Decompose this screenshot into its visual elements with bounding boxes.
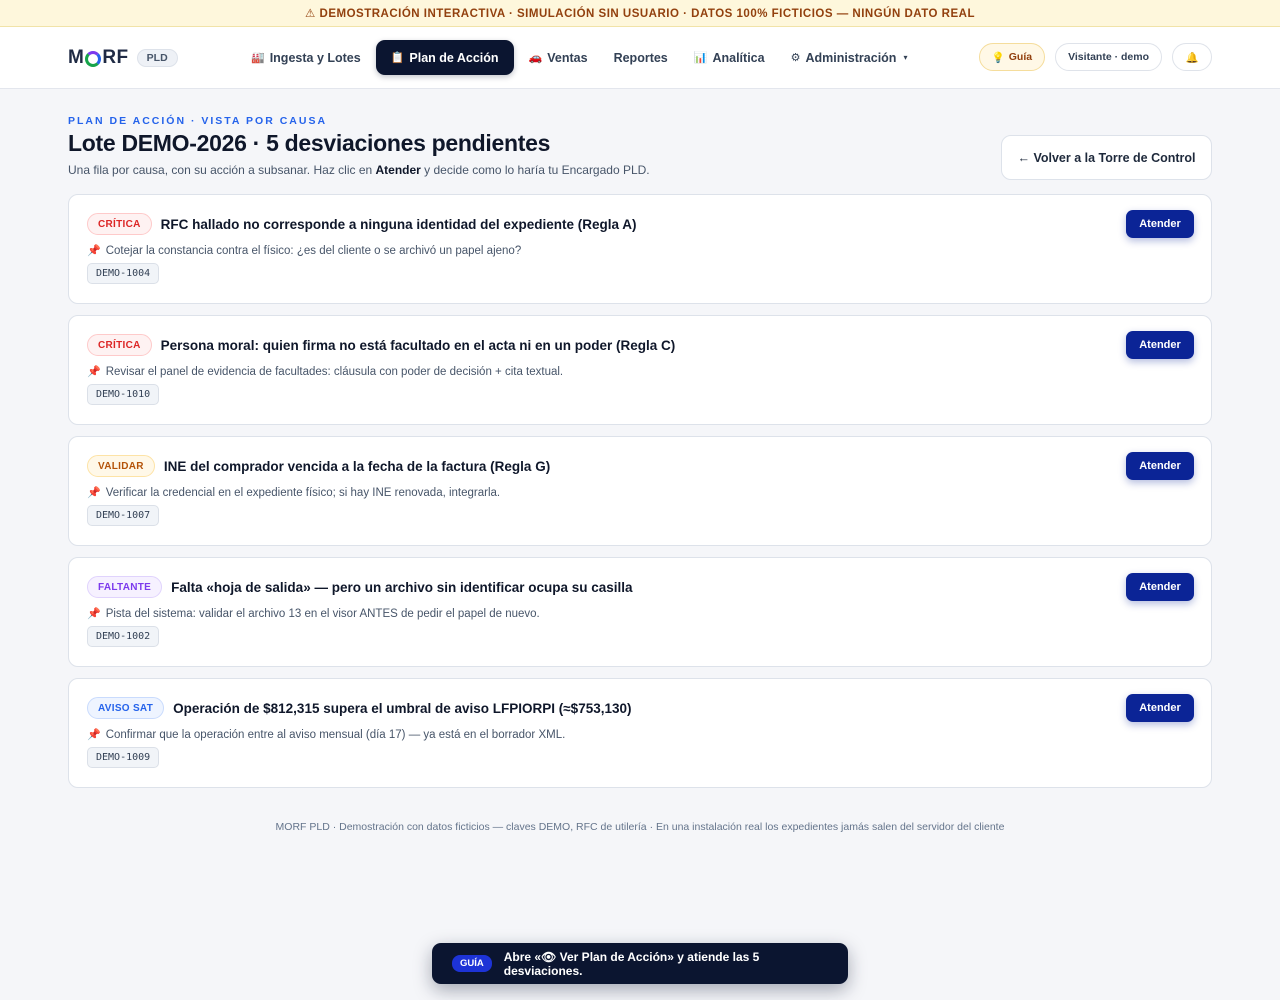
record-code[interactable]: DEMO-1007 xyxy=(87,505,160,526)
severity-badge: CRÍTICA xyxy=(87,334,152,356)
nav-ingesta[interactable]: 🏭 Ingesta y Lotes xyxy=(240,40,372,75)
brand[interactable]: M RF PLD xyxy=(68,47,178,69)
logo-text-left: M xyxy=(68,46,85,68)
severity-badge: AVISO SAT xyxy=(87,697,165,719)
severity-badge: VALIDAR xyxy=(87,455,155,477)
nav-label: Plan de Acción xyxy=(409,50,499,65)
guide-message: Abre «👁 Ver Plan de Acción» y atiende la… xyxy=(503,949,760,978)
deviation-hint: 📌 Confirmar que la operación entre al avi… xyxy=(87,728,1193,742)
deviation-title: INE del comprador vencida a la fecha de … xyxy=(163,458,551,474)
attend-button[interactable]: Atender xyxy=(1126,694,1194,722)
severity-badge: CRÍTICA xyxy=(87,213,152,235)
attend-button[interactable]: Atender xyxy=(1126,210,1194,238)
deviation-hint: 📌 Verificar la credencial en el expedient… xyxy=(87,486,1193,500)
deviation-card: CRÍTICA RFC hallado no corresponde a nin… xyxy=(68,194,1212,304)
morf-logo: M RF xyxy=(68,47,129,69)
deviation-card: CRÍTICA Persona moral: quien firma no es… xyxy=(68,315,1212,425)
guide-label: Guía xyxy=(1008,51,1033,63)
subtitle-text: Una fila por causa, con su acción a subs… xyxy=(68,163,376,177)
guide-tag: GUÍA xyxy=(452,955,492,972)
header-tools: 💡 Guía Visitante · demo 🔔 xyxy=(978,43,1212,71)
nav-plan-de-accion[interactable]: 📋 Plan de Acción xyxy=(375,40,514,75)
record-code[interactable]: DEMO-1002 xyxy=(87,626,160,647)
user-menu-button[interactable]: Visitante · demo xyxy=(1055,43,1162,71)
gear-icon: ⚙ xyxy=(790,52,801,64)
page-header: PLAN DE ACCIÓN · VISTA POR CAUSA Lote DE… xyxy=(68,115,1212,180)
hint-text: Confirmar que la operación entre al avis… xyxy=(105,728,566,741)
nav-reportes[interactable]: Reportes xyxy=(603,40,679,75)
record-code[interactable]: DEMO-1010 xyxy=(87,384,160,405)
attend-button[interactable]: Atender xyxy=(1126,331,1194,359)
attend-button[interactable]: Atender xyxy=(1126,452,1194,480)
deviation-hint: 📌 Cotejar la constancia contra el físico:… xyxy=(87,244,1193,258)
nav-label: Ventas xyxy=(547,50,588,65)
nav-label: Ingesta y Lotes xyxy=(269,50,361,65)
deviation-title: Operación de $812,315 supera el umbral d… xyxy=(173,700,632,716)
main-nav: 🏭 Ingesta y Lotes 📋 Plan de Acción 🚗 Ven… xyxy=(240,40,918,75)
top-navigation: M RF PLD 🏭 Ingesta y Lotes 📋 Plan de Acci… xyxy=(0,27,1280,89)
hint-text: Verificar la credencial en el expediente… xyxy=(105,486,501,499)
bell-icon: 🔔 xyxy=(1185,51,1199,64)
hint-text: Pista del sistema: validar el archivo 13… xyxy=(105,607,540,620)
demo-banner: ⚠ DEMOSTRACIÓN INTERACTIVA · SIMULACIÓN … xyxy=(0,0,1280,27)
deviation-card: VALIDAR INE del comprador vencida a la f… xyxy=(68,436,1212,546)
deviation-list: CRÍTICA RFC hallado no corresponde a nin… xyxy=(68,194,1212,788)
deviation-card: AVISO SAT Operación de $812,315 supera e… xyxy=(68,678,1212,788)
deviation-hint: 📌 Revisar el panel de evidencia de facult… xyxy=(87,365,1193,379)
car-icon: 🚗 xyxy=(528,52,543,64)
user-label: Visitante · demo xyxy=(1068,51,1149,63)
nav-ventas[interactable]: 🚗 Ventas xyxy=(518,40,599,75)
guide-toast[interactable]: GUÍA Abre «👁 Ver Plan de Acción» y atien… xyxy=(432,943,848,984)
deviation-card: FALTANTE Falta «hoja de salida» — pero u… xyxy=(68,557,1212,667)
page-eyebrow: PLAN DE ACCIÓN · VISTA POR CAUSA xyxy=(68,115,328,127)
product-badge: PLD xyxy=(136,48,178,67)
deviation-title: Persona moral: quien firma no está facul… xyxy=(160,337,676,353)
deviation-hint: 📌 Pista del sistema: validar el archivo 1… xyxy=(87,607,1193,621)
bar-chart-icon: 📊 xyxy=(693,52,708,64)
nav-administracion[interactable]: ⚙ Administración ▾ xyxy=(780,40,919,75)
logo-ring-icon xyxy=(85,50,102,67)
pin-icon: 📌 xyxy=(87,729,101,741)
attend-button[interactable]: Atender xyxy=(1126,573,1194,601)
page-footer: MORF PLD · Demostración con datos fictic… xyxy=(275,821,1005,833)
chevron-down-icon: ▾ xyxy=(903,53,908,62)
hint-text: Cotejar la constancia contra el físico: … xyxy=(105,244,522,257)
nav-label: Reportes xyxy=(613,50,668,65)
logo-text-right: RF xyxy=(102,46,129,68)
deviation-title: RFC hallado no corresponde a ninguna ide… xyxy=(160,216,637,232)
clipboard-icon: 📋 xyxy=(390,52,405,64)
pin-icon: 📌 xyxy=(87,608,101,620)
record-code[interactable]: DEMO-1004 xyxy=(87,263,160,284)
lightbulb-icon: 💡 xyxy=(991,51,1005,64)
notifications-button[interactable]: 🔔 xyxy=(1172,43,1212,71)
deviation-title: Falta «hoja de salida» — pero un archivo… xyxy=(171,579,633,595)
subtitle-bold: Atender xyxy=(375,163,421,177)
guide-button[interactable]: 💡 Guía xyxy=(978,43,1046,71)
nav-analitica[interactable]: 📊 Analítica xyxy=(683,40,776,75)
record-code[interactable]: DEMO-1009 xyxy=(87,747,160,768)
hint-text: Revisar el panel de evidencia de faculta… xyxy=(105,365,564,378)
pin-icon: 📌 xyxy=(87,245,101,257)
factory-icon: 🏭 xyxy=(251,52,265,64)
pin-icon: 📌 xyxy=(87,487,101,499)
severity-badge: FALTANTE xyxy=(87,576,163,598)
pin-icon: 📌 xyxy=(87,366,101,378)
back-to-control-tower-button[interactable]: ← Volver a la Torre de Control xyxy=(1001,135,1212,180)
nav-label: Administración xyxy=(805,50,897,65)
nav-label: Analítica xyxy=(712,50,765,65)
subtitle-text-end: y decide como lo haría tu Encargado PLD. xyxy=(420,163,650,177)
